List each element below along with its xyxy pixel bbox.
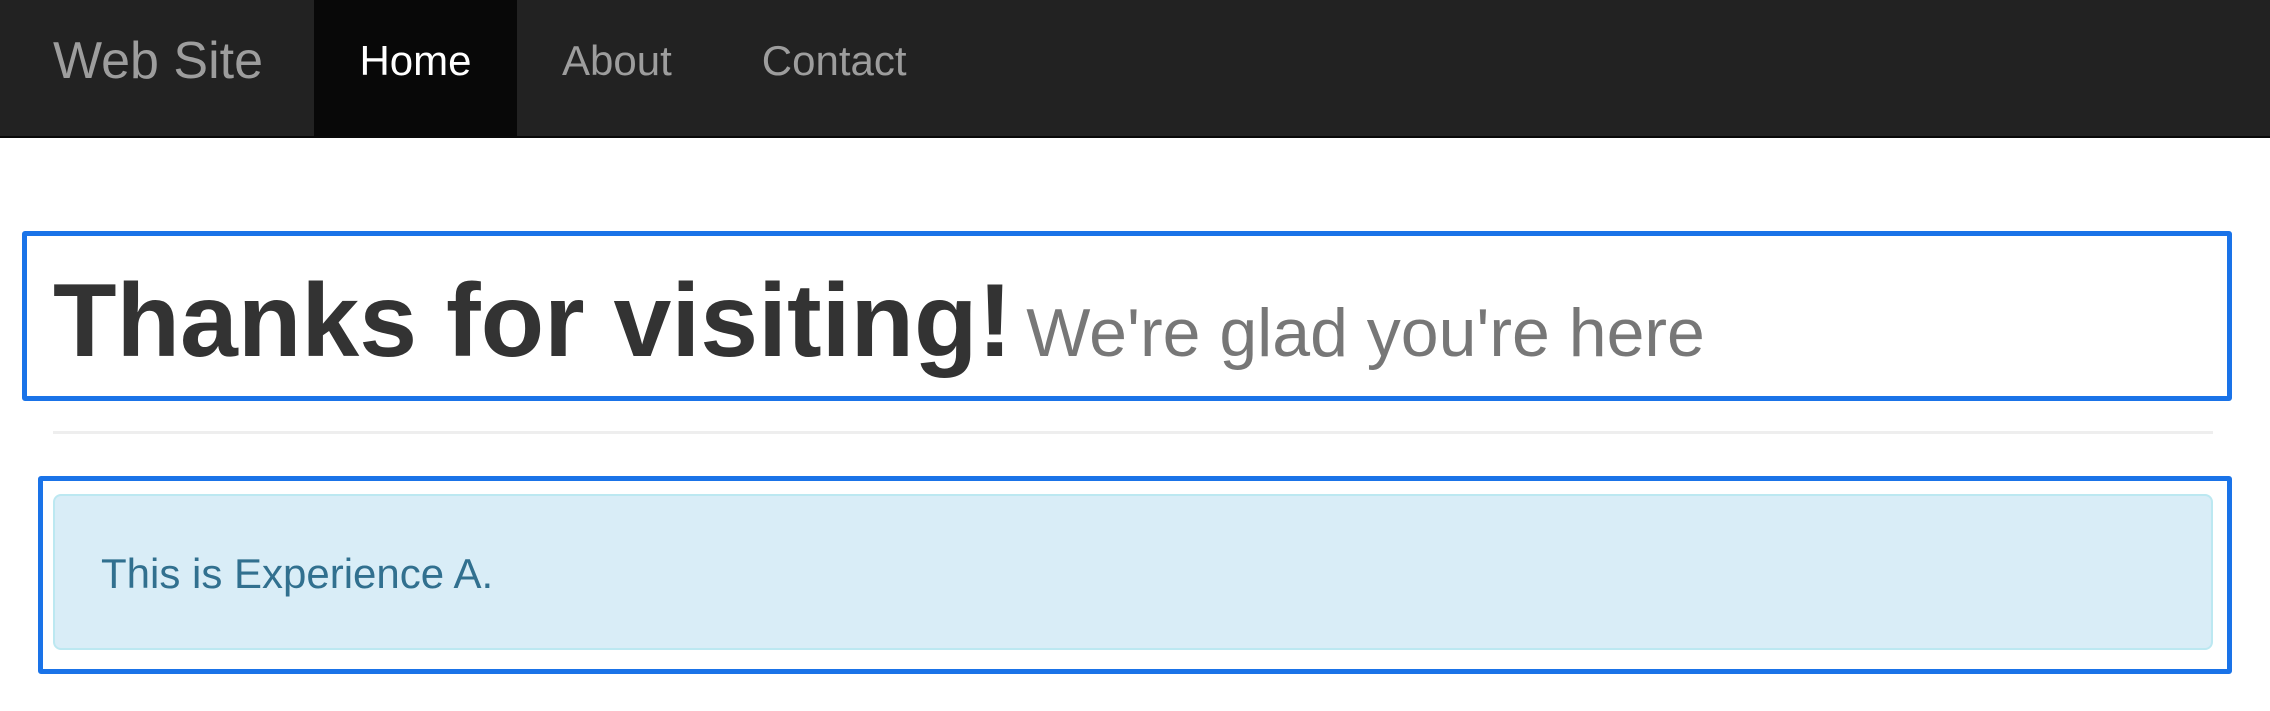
nav-menu: Home About Contact [314, 0, 952, 136]
page-title: Thanks for visiting! [53, 263, 1013, 379]
brand-link[interactable]: Web Site [53, 0, 263, 136]
nav-item-about[interactable]: About [517, 0, 717, 136]
top-navbar: Web Site Home About Contact [0, 0, 2270, 138]
page-header: Thanks for visiting! We're glad you're he… [53, 246, 1705, 408]
page-subtitle: We're glad you're here [1026, 295, 1705, 371]
header-divider [53, 431, 2213, 434]
info-alert: This is Experience A. [53, 494, 2213, 650]
nav-item-home[interactable]: Home [314, 0, 517, 136]
nav-item-contact[interactable]: Contact [717, 0, 952, 136]
alert-text: This is Experience A. [101, 550, 494, 597]
